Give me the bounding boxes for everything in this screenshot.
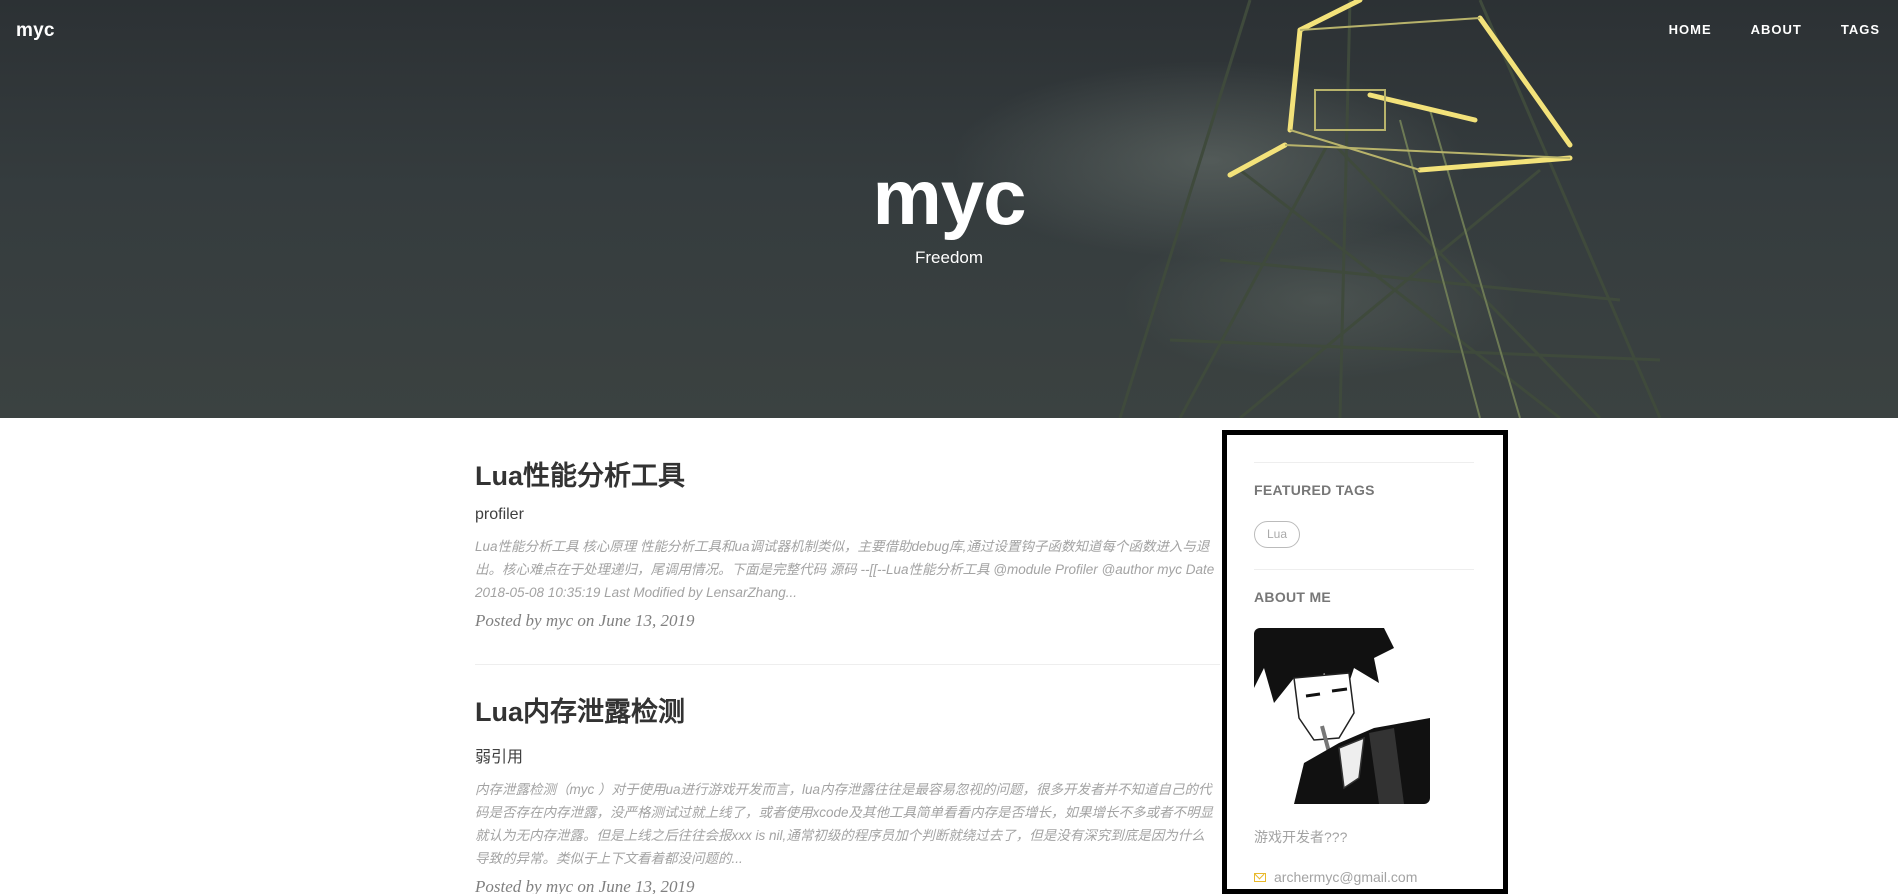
email-address[interactable]: archermyc@gmail.com <box>1274 869 1417 885</box>
email-link[interactable]: archermyc@gmail.com <box>1254 869 1417 885</box>
post-title[interactable]: Lua内存泄露检测 <box>475 696 1220 728</box>
avatar-illustration <box>1254 628 1430 804</box>
post-subtitle[interactable]: profiler <box>475 506 1220 524</box>
post-meta: Posted by myc on June 13, 2019 <box>475 611 695 631</box>
nav-about-link[interactable]: ABOUT <box>1751 22 1802 37</box>
post-list: Lua性能分析工具 profiler Lua性能分析工具 核心原理 性能分析工具… <box>475 460 1220 894</box>
sidebar: FEATURED TAGS Lua ABOUT ME 游戏开发者??? arch… <box>1222 430 1508 894</box>
sidebar-divider <box>1254 462 1474 463</box>
featured-tags-heading: FEATURED TAGS <box>1254 482 1375 498</box>
avatar <box>1254 628 1430 804</box>
post-divider <box>475 664 1220 666</box>
mail-icon <box>1254 872 1266 882</box>
post-excerpt[interactable]: 内存泄露检测（myc ）对于使用ua进行游戏开发而言，lua内存泄露往往是最容易… <box>475 778 1215 870</box>
sidebar-divider <box>1254 569 1474 570</box>
nav-home-link[interactable]: HOME <box>1669 22 1712 37</box>
post-excerpt[interactable]: Lua性能分析工具 核心原理 性能分析工具和ua调试器机制类似，主要借助debu… <box>475 535 1215 604</box>
site-subtitle: Freedom <box>914 248 984 267</box>
header-hero: myc HOME ABOUT TAGS myc Freedom <box>0 0 1898 418</box>
tag-lua[interactable]: Lua <box>1254 521 1301 548</box>
about-text: 游戏开发者??? <box>1254 829 1348 845</box>
post-title[interactable]: Lua性能分析工具 <box>475 460 1220 492</box>
post-preview[interactable]: Lua内存泄露检测 弱引用 内存泄露检测（myc ）对于使用ua进行游戏开发而言… <box>475 696 1220 894</box>
post-meta: Posted by myc on June 13, 2019 <box>475 876 695 894</box>
about-me-heading: ABOUT ME <box>1254 589 1332 605</box>
site-brand[interactable]: myc <box>16 20 55 42</box>
main-nav: HOME ABOUT TAGS <box>1669 22 1880 37</box>
site-title: myc <box>872 153 1026 241</box>
nav-tags-link[interactable]: TAGS <box>1841 22 1880 37</box>
post-preview[interactable]: Lua性能分析工具 profiler Lua性能分析工具 核心原理 性能分析工具… <box>475 460 1220 631</box>
post-subtitle[interactable]: 弱引用 <box>475 743 1220 767</box>
